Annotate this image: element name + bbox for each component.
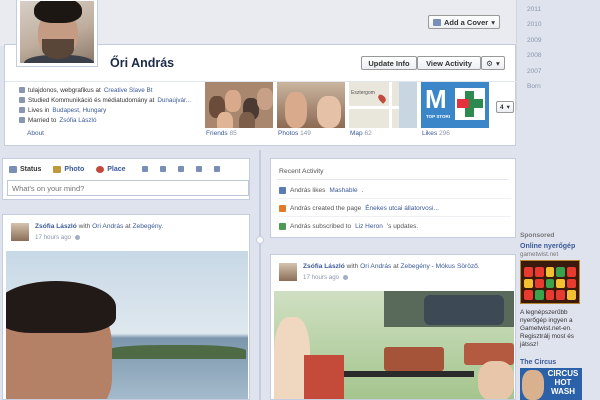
globe-icon[interactable] bbox=[176, 164, 186, 174]
view-activity-button[interactable]: View Activity bbox=[417, 56, 481, 70]
author-avatar[interactable] bbox=[11, 223, 29, 241]
composer-tabs: Status Photo Place bbox=[3, 162, 249, 176]
recent-activity-title: Recent Activity bbox=[279, 168, 324, 175]
activity-link[interactable]: Mashable bbox=[329, 187, 357, 194]
activity-item: András subscribed to Liz Heron's updates… bbox=[279, 218, 511, 235]
photos-app-tile[interactable] bbox=[277, 82, 345, 128]
thumb-icon[interactable] bbox=[194, 164, 204, 174]
profile-name[interactable]: Őri András bbox=[110, 56, 174, 70]
likes-app-label[interactable]: Likes 296 bbox=[422, 130, 450, 137]
year-navigation: 2011 2010 2009 2008 2007 Born bbox=[516, 0, 600, 110]
activity-link[interactable]: Énekes utcai állatorvosi... bbox=[365, 205, 439, 212]
chevron-down-icon: ▾ bbox=[495, 58, 500, 68]
about-section-link[interactable]: About bbox=[27, 130, 44, 137]
tagged-link[interactable]: Őri András bbox=[92, 223, 123, 230]
pencil-icon bbox=[9, 165, 17, 173]
briefcase-icon bbox=[19, 87, 25, 93]
year-link[interactable]: 2008 bbox=[527, 52, 541, 59]
photos-app-label[interactable]: Photos 149 bbox=[278, 130, 311, 137]
about-link[interactable]: Budapest, Hungary bbox=[52, 107, 106, 114]
status-input[interactable] bbox=[7, 180, 249, 196]
year-link[interactable]: Born bbox=[527, 83, 541, 90]
map-app-label[interactable]: Map 62 bbox=[350, 130, 372, 137]
post-header: Zsófia László with Őri András at Zebegén… bbox=[35, 223, 164, 230]
subscribe-icon bbox=[279, 223, 286, 230]
ad-text: A legnépszerűbb nyerőgép ingyen a Gametw… bbox=[520, 309, 574, 348]
timeline-post: Zsófia László with Őri András at Zebegén… bbox=[270, 254, 516, 400]
map-pin-icon bbox=[376, 93, 388, 104]
year-link[interactable]: 2009 bbox=[527, 37, 541, 44]
flag-icon[interactable] bbox=[212, 164, 222, 174]
post-timestamp[interactable]: 17 hours ago bbox=[35, 234, 81, 241]
heart-icon bbox=[19, 117, 25, 123]
status-composer: Status Photo Place bbox=[2, 158, 250, 200]
post-header: Zsófia László with Őri András at Zebegén… bbox=[303, 263, 480, 270]
activity-item: András created the page Énekes utcai áll… bbox=[279, 200, 511, 217]
friends-app-tile[interactable] bbox=[205, 82, 273, 128]
place-pin-icon bbox=[96, 165, 105, 173]
ad-title[interactable]: The Circus bbox=[520, 359, 556, 366]
camera-icon bbox=[433, 18, 442, 26]
home-icon bbox=[19, 107, 25, 113]
settings-button[interactable]: ⚙ ▾ bbox=[481, 56, 505, 70]
tagged-link[interactable]: Őri András bbox=[360, 263, 391, 270]
sponsored-label: Sponsored bbox=[520, 232, 555, 239]
place-link[interactable]: Zebegény bbox=[133, 223, 162, 230]
year-link[interactable]: 2007 bbox=[527, 68, 541, 75]
chevron-down-icon: ▾ bbox=[491, 17, 495, 27]
timeline-dot[interactable] bbox=[256, 236, 264, 244]
friends-app-label[interactable]: Friends 85 bbox=[206, 130, 237, 137]
tab-place[interactable]: Place bbox=[90, 163, 131, 175]
photo-icon bbox=[53, 165, 62, 173]
post-photo[interactable] bbox=[274, 291, 514, 399]
timeline-spine bbox=[259, 150, 261, 400]
activity-item: András likes Mashable. bbox=[279, 182, 511, 199]
recent-activity-box: Recent Activity András likes Mashable. A… bbox=[270, 158, 516, 238]
graduation-icon bbox=[19, 97, 25, 103]
ad-title[interactable]: Online nyerőgép bbox=[520, 243, 575, 250]
about-item: Married to Zsófia László bbox=[19, 115, 205, 125]
about-item: Studied Kommunikáció és médiatudomány at… bbox=[19, 95, 205, 105]
author-link[interactable]: Zsófia László bbox=[35, 223, 77, 230]
ad-image[interactable] bbox=[520, 260, 580, 304]
tab-photo[interactable]: Photo bbox=[47, 163, 90, 175]
ad-url: gametwist.net bbox=[520, 251, 559, 258]
life-event-icon[interactable] bbox=[140, 164, 150, 174]
about-item: tulajdonos, webgrafikus at Creative Slav… bbox=[19, 85, 205, 95]
year-link[interactable]: 2010 bbox=[527, 21, 541, 28]
about-item: Lives in Budapest, Hungary bbox=[19, 105, 205, 115]
post-timestamp[interactable]: 17 hours ago bbox=[303, 274, 349, 281]
post-photo[interactable] bbox=[6, 251, 248, 399]
ad-image[interactable]: CIRCUS HOT WASH bbox=[520, 368, 582, 400]
place-link[interactable]: Zebegény - Mókus Söröző bbox=[401, 263, 478, 270]
about-link[interactable]: Creative Slave Bt bbox=[104, 87, 153, 94]
more-apps-button[interactable]: 4 ▾ bbox=[496, 101, 514, 113]
about-list: tulajdonos, webgrafikus at Creative Slav… bbox=[19, 85, 205, 125]
likes-app-tile[interactable]: M TOP STORI bbox=[421, 82, 489, 128]
update-info-button[interactable]: Update Info bbox=[361, 56, 417, 70]
year-link[interactable]: 2011 bbox=[527, 6, 541, 13]
like-icon bbox=[279, 186, 286, 194]
flag-icon bbox=[279, 204, 286, 212]
add-cover-label: Add a Cover bbox=[444, 17, 489, 27]
tab-status[interactable]: Status bbox=[3, 163, 47, 175]
author-avatar[interactable] bbox=[279, 263, 297, 281]
about-link[interactable]: Zsófia László bbox=[59, 117, 96, 124]
about-link[interactable]: Dunaújvár... bbox=[157, 97, 191, 104]
profile-picture[interactable] bbox=[17, 0, 97, 66]
gear-icon: ⚙ bbox=[486, 58, 493, 68]
author-link[interactable]: Zsófia László bbox=[303, 263, 345, 270]
chevron-down-icon: ▾ bbox=[506, 104, 510, 111]
gear-icon bbox=[343, 275, 349, 280]
divider bbox=[277, 179, 509, 180]
globe-icon bbox=[75, 235, 81, 240]
heart-icon[interactable] bbox=[158, 164, 168, 174]
activity-link[interactable]: Liz Heron bbox=[355, 223, 383, 230]
timeline-post: Zsófia László with Őri András at Zebegén… bbox=[2, 214, 250, 400]
add-cover-button[interactable]: Add a Cover ▾ bbox=[428, 15, 500, 29]
map-app-tile[interactable]: Esztergom bbox=[349, 82, 417, 128]
